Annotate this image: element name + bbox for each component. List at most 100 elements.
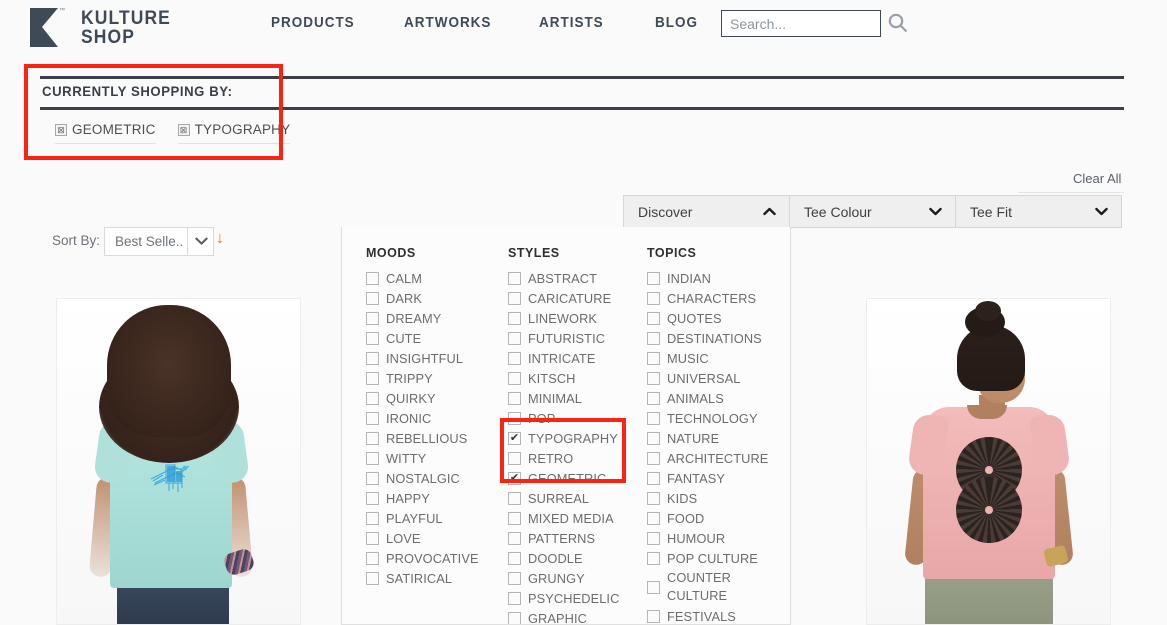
checkbox-icon[interactable] (647, 552, 660, 565)
filter-option-retro[interactable]: RETRO (508, 449, 643, 469)
filter-option-graphic[interactable]: GRAPHIC (508, 609, 643, 624)
filter-option-trippy[interactable]: TRIPPY (366, 369, 496, 389)
filter-option-ironic[interactable]: IRONIC (366, 409, 496, 429)
checkbox-icon[interactable] (366, 372, 379, 385)
filter-option-caricature[interactable]: CARICATURE (508, 289, 643, 309)
filter-button-tee-colour[interactable]: Tee Colour (789, 195, 956, 228)
checkbox-icon[interactable] (647, 532, 660, 545)
filter-option-happy[interactable]: HAPPY (366, 489, 496, 509)
filter-option-technology[interactable]: TECHNOLOGY (647, 409, 777, 429)
search-icon[interactable] (887, 12, 909, 34)
sort-direction-arrow-down-icon[interactable]: ↓ (216, 231, 224, 247)
search-box[interactable] (721, 10, 881, 37)
checkbox-icon[interactable] (508, 512, 521, 525)
checkbox-icon[interactable] (366, 272, 379, 285)
checkbox-icon[interactable] (508, 412, 521, 425)
filter-option-intricate[interactable]: INTRICATE (508, 349, 643, 369)
filter-option-satirical[interactable]: SATIRICAL (366, 569, 496, 589)
checkbox-icon[interactable] (366, 552, 379, 565)
filter-option-dark[interactable]: DARK (366, 289, 496, 309)
filter-option-playful[interactable]: PLAYFUL (366, 509, 496, 529)
filter-chip-geometric[interactable]: ⊠ GEOMETRIC (55, 122, 156, 144)
filter-option-patterns[interactable]: PATTERNS (508, 529, 643, 549)
product-card-2[interactable] (866, 298, 1111, 625)
checkbox-icon[interactable] (647, 412, 660, 425)
product-card-1[interactable] (56, 298, 301, 625)
filter-option-destinations[interactable]: DESTINATIONS (647, 329, 777, 349)
checkbox-icon[interactable] (647, 452, 660, 465)
checkbox-icon[interactable] (508, 592, 521, 605)
checkbox-icon[interactable] (647, 472, 660, 485)
filter-option-characters[interactable]: CHARACTERS (647, 289, 777, 309)
filter-option-love[interactable]: LOVE (366, 529, 496, 549)
checkbox-icon[interactable] (366, 472, 379, 485)
filter-option-grungy[interactable]: GRUNGY (508, 569, 643, 589)
checkbox-checked-icon[interactable]: ✔ (508, 432, 521, 445)
filter-option-typography[interactable]: ✔ TYPOGRAPHY (508, 429, 643, 449)
filter-option-geometric[interactable]: ✔ GEOMETRIC (508, 469, 643, 489)
filter-option-fantasy[interactable]: FANTASY (647, 469, 777, 489)
filter-option-universal[interactable]: UNIVERSAL (647, 369, 777, 389)
checkbox-icon[interactable] (508, 272, 521, 285)
checkbox-icon[interactable] (366, 332, 379, 345)
filter-option-quotes[interactable]: QUOTES (647, 309, 777, 329)
checkbox-icon[interactable] (508, 332, 521, 345)
filter-button-discover[interactable]: Discover (623, 195, 790, 228)
checkbox-icon[interactable] (647, 492, 660, 505)
filter-option-music[interactable]: MUSIC (647, 349, 777, 369)
checkbox-icon[interactable] (366, 492, 379, 505)
filter-option-insightful[interactable]: INSIGHTFUL (366, 349, 496, 369)
nav-item-artists[interactable]: ARTISTS (539, 14, 604, 31)
nav-item-products[interactable]: PRODUCTS (271, 14, 355, 31)
filter-option-counter-culture[interactable]: COUNTER CULTURE (647, 569, 777, 607)
checkbox-icon[interactable] (366, 352, 379, 365)
checkbox-icon[interactable] (508, 532, 521, 545)
checkbox-icon[interactable] (508, 352, 521, 365)
checkbox-icon[interactable] (508, 492, 521, 505)
checkbox-icon[interactable] (508, 612, 521, 624)
filter-option-provocative[interactable]: PROVOCATIVE (366, 549, 496, 569)
remove-filter-icon[interactable]: ⊠ (177, 123, 190, 136)
filter-option-futuristic[interactable]: FUTURISTIC (508, 329, 643, 349)
remove-filter-icon[interactable]: ⊠ (55, 123, 67, 136)
filter-option-minimal[interactable]: MINIMAL (508, 389, 643, 409)
checkbox-icon[interactable] (366, 392, 379, 405)
checkbox-icon[interactable] (647, 581, 660, 594)
checkbox-icon[interactable] (647, 292, 660, 305)
filter-option-humour[interactable]: HUMOUR (647, 529, 777, 549)
filter-option-animals[interactable]: ANIMALS (647, 389, 777, 409)
checkbox-icon[interactable] (508, 552, 521, 565)
filter-option-linework[interactable]: LINEWORK (508, 309, 643, 329)
filter-option-nature[interactable]: NATURE (647, 429, 777, 449)
filter-option-indian[interactable]: INDIAN (647, 269, 777, 289)
checkbox-icon[interactable] (508, 392, 521, 405)
checkbox-icon[interactable] (647, 512, 660, 525)
filter-option-abstract[interactable]: ABSTRACT (508, 269, 643, 289)
checkbox-icon[interactable] (508, 572, 521, 585)
checkbox-icon[interactable] (647, 332, 660, 345)
checkbox-icon[interactable] (647, 392, 660, 405)
checkbox-icon[interactable] (366, 512, 379, 525)
checkbox-icon[interactable] (508, 372, 521, 385)
filter-option-rebellious[interactable]: REBELLIOUS (366, 429, 496, 449)
checkbox-icon[interactable] (508, 292, 521, 305)
filter-option-surreal[interactable]: SURREAL (508, 489, 643, 509)
filter-option-mixed-media[interactable]: MIXED MEDIA (508, 509, 643, 529)
filter-option-pop[interactable]: POP (508, 409, 643, 429)
filter-option-pop-culture[interactable]: POP CULTURE (647, 549, 777, 569)
checkbox-icon[interactable] (647, 610, 660, 623)
nav-item-artworks[interactable]: ARTWORKS (404, 14, 491, 31)
filter-option-psychedelic[interactable]: PSYCHEDELIC (508, 589, 643, 609)
checkbox-icon[interactable] (366, 572, 379, 585)
checkbox-icon[interactable] (647, 352, 660, 365)
checkbox-icon[interactable] (366, 452, 379, 465)
filter-option-cute[interactable]: CUTE (366, 329, 496, 349)
filter-option-festivals[interactable]: FESTIVALS (647, 607, 777, 624)
search-input[interactable] (722, 11, 880, 36)
checkbox-checked-icon[interactable]: ✔ (508, 472, 521, 485)
filter-option-quirky[interactable]: QUIRKY (366, 389, 496, 409)
filter-option-architecture[interactable]: ARCHITECTURE (647, 449, 777, 469)
checkbox-icon[interactable] (647, 272, 660, 285)
nav-item-blog[interactable]: BLOG (655, 14, 698, 31)
checkbox-icon[interactable] (366, 532, 379, 545)
